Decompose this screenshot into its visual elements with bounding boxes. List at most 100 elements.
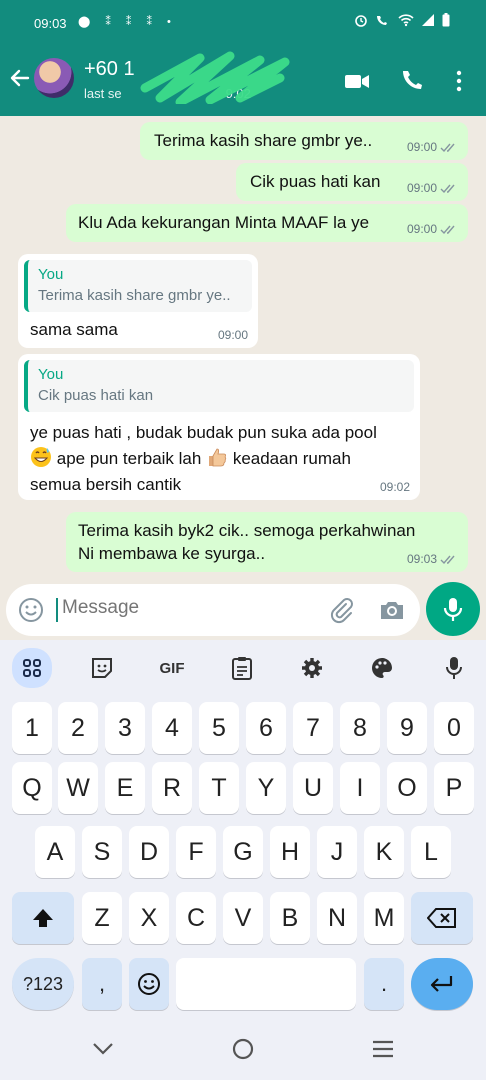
- key-j[interactable]: J: [317, 826, 357, 878]
- message-text-segment: ape pun terbaik lah: [56, 449, 202, 468]
- emoji-picker-icon[interactable]: [18, 597, 44, 623]
- key-y[interactable]: Y: [246, 762, 286, 814]
- message-outgoing[interactable]: Cik puas hati kan 09:00: [236, 163, 468, 201]
- more-options-icon[interactable]: [448, 68, 470, 94]
- key-g[interactable]: G: [223, 826, 263, 878]
- key-5[interactable]: 5: [199, 702, 239, 754]
- key-r[interactable]: R: [152, 762, 192, 814]
- message-time: 09:00: [406, 222, 437, 236]
- palette-icon[interactable]: [362, 652, 402, 684]
- key-i[interactable]: I: [340, 762, 380, 814]
- chat-area[interactable]: Terima kasih share gmbr ye.. 09:00 Cik p…: [0, 116, 486, 580]
- message-incoming[interactable]: You Cik puas hati kan ye puas hati , bud…: [18, 354, 420, 500]
- call-wifi-icon: [377, 16, 387, 25]
- message-input[interactable]: [62, 597, 312, 619]
- gif-button[interactable]: GIF: [152, 652, 192, 684]
- key-e[interactable]: E: [105, 762, 145, 814]
- attach-icon[interactable]: [328, 596, 356, 624]
- key-s[interactable]: S: [82, 826, 122, 878]
- clipboard-icon[interactable]: [222, 652, 262, 684]
- message-time: 09:02: [379, 480, 410, 494]
- signal-icon: [422, 14, 434, 26]
- nav-home-icon[interactable]: [232, 1038, 254, 1060]
- backspace-key[interactable]: [411, 892, 473, 944]
- keyboard-row-bottom: ?123 , .: [0, 958, 486, 1014]
- quote-author: You: [38, 366, 64, 383]
- video-call-icon[interactable]: [344, 68, 370, 94]
- key-v[interactable]: V: [223, 892, 263, 944]
- key-n[interactable]: N: [317, 892, 357, 944]
- key-q[interactable]: Q: [12, 762, 52, 814]
- quoted-message[interactable]: You Cik puas hati kan: [24, 360, 414, 412]
- message-input-bar: [6, 584, 420, 636]
- contact-name[interactable]: +60 1: [84, 58, 135, 81]
- key-f[interactable]: F: [176, 826, 216, 878]
- camera-icon[interactable]: [378, 596, 406, 624]
- key-3[interactable]: 3: [105, 702, 145, 754]
- sticker-icon[interactable]: [82, 652, 122, 684]
- key-o[interactable]: O: [387, 762, 427, 814]
- voice-message-button[interactable]: [426, 582, 480, 636]
- key-4[interactable]: 4: [152, 702, 192, 754]
- contact-avatar[interactable]: [34, 58, 74, 98]
- voice-call-icon[interactable]: [398, 68, 424, 94]
- keyboard-row-a: A S D F G H J K L: [0, 826, 486, 882]
- back-arrow-icon[interactable]: [8, 66, 32, 90]
- key-8[interactable]: 8: [340, 702, 380, 754]
- message-meta: 09:02: [380, 480, 410, 494]
- keyboard-mic-icon[interactable]: [434, 652, 474, 684]
- key-h[interactable]: H: [270, 826, 310, 878]
- key-t[interactable]: T: [199, 762, 239, 814]
- message-incoming[interactable]: You Terima kasih share gmbr ye.. sama sa…: [18, 254, 258, 348]
- key-p[interactable]: P: [434, 762, 474, 814]
- symbols-key[interactable]: ?123: [12, 958, 74, 1010]
- message-text: Cik puas hati kan: [250, 172, 381, 191]
- comma-key[interactable]: ,: [82, 958, 122, 1010]
- enter-arrow-icon: [430, 976, 453, 992]
- key-b[interactable]: B: [270, 892, 310, 944]
- read-ticks-icon: [440, 225, 455, 234]
- key-x[interactable]: X: [129, 892, 169, 944]
- key-k[interactable]: K: [364, 826, 404, 878]
- nav-recents-icon[interactable]: [372, 1040, 394, 1058]
- message-meta: 09:00: [218, 328, 248, 342]
- key-6[interactable]: 6: [246, 702, 286, 754]
- key-m[interactable]: M: [364, 892, 404, 944]
- quoted-message[interactable]: You Terima kasih share gmbr ye..: [24, 260, 252, 312]
- text-caret: [56, 598, 58, 622]
- message-text-line: Ni membawa ke syurga..: [78, 544, 266, 563]
- message-outgoing[interactable]: Terima kasih share gmbr ye.. 09:00: [140, 122, 468, 160]
- notification-icons: ⬤ ⁑ ⁑ ⁑ •: [78, 16, 177, 28]
- settings-icon[interactable]: [292, 652, 332, 684]
- message-text: sama sama: [30, 320, 118, 339]
- key-c[interactable]: C: [176, 892, 216, 944]
- key-l[interactable]: L: [411, 826, 451, 878]
- message-text-line: ye puas hati , budak budak pun suka ada …: [30, 423, 377, 442]
- nav-hide-keyboard-icon[interactable]: [92, 1042, 114, 1056]
- message-time: 09:00: [217, 328, 248, 342]
- key-0[interactable]: 0: [434, 702, 474, 754]
- shift-key[interactable]: [12, 892, 74, 944]
- key-7[interactable]: 7: [293, 702, 333, 754]
- key-1[interactable]: 1: [12, 702, 52, 754]
- message-outgoing[interactable]: Terima kasih byk2 cik.. semoga perkahwin…: [66, 512, 468, 572]
- key-d[interactable]: D: [129, 826, 169, 878]
- key-a[interactable]: A: [35, 826, 75, 878]
- emoji-key[interactable]: [129, 958, 169, 1010]
- apps-icon[interactable]: [12, 648, 52, 688]
- key-9[interactable]: 9: [387, 702, 427, 754]
- enter-key[interactable]: [411, 958, 473, 1010]
- key-2[interactable]: 2: [58, 702, 98, 754]
- message-outgoing[interactable]: Klu Ada kekurangan Minta MAAF la ye 09:0…: [66, 204, 468, 242]
- message-meta: 09:00: [407, 181, 458, 195]
- backspace-icon: [427, 908, 456, 928]
- key-z[interactable]: Z: [82, 892, 122, 944]
- spacebar-key[interactable]: [176, 958, 356, 1010]
- period-key[interactable]: .: [364, 958, 404, 1010]
- status-bar: 09:03 ⬤ ⁑ ⁑ ⁑ •: [0, 0, 486, 46]
- quote-text: Terima kasih share gmbr ye..: [38, 287, 231, 304]
- message-meta: 09:03: [407, 552, 458, 566]
- key-u[interactable]: U: [293, 762, 333, 814]
- key-w[interactable]: W: [58, 762, 98, 814]
- read-ticks-icon: [440, 555, 455, 564]
